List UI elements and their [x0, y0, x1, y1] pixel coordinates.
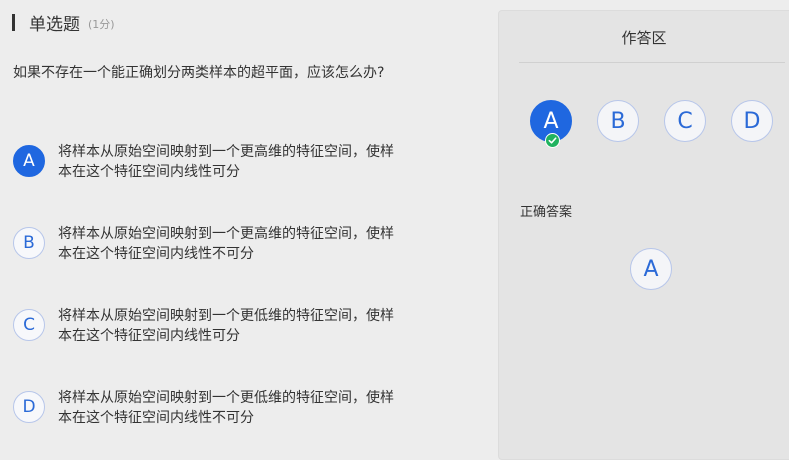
question-area: 单选题 (1分) 如果不存在一个能正确划分两类样本的超平面，应该怎么办? A 将… [0, 0, 480, 448]
option-d-marker[interactable]: D [13, 391, 45, 423]
option-c-marker[interactable]: C [13, 309, 45, 341]
option-b[interactable]: B 将样本从原始空间映射到一个更高维的特征空间，使样 本在这个特征空间内线性不可… [13, 224, 453, 268]
option-b-line-1: 将样本从原始空间映射到一个更高维的特征空间，使样 [58, 226, 394, 242]
section-header: 单选题 (1分) [12, 11, 115, 35]
option-b-text[interactable]: 将样本从原始空间映射到一个更高维的特征空间，使样 本在这个特征空间内线性不可分 [58, 224, 453, 264]
answer-choice-a-label: A [543, 108, 559, 134]
section-title: 单选题 [29, 14, 80, 35]
answer-choice-d[interactable]: D [731, 100, 773, 142]
option-d-line-2: 本在这个特征空间内线性不可分 [58, 410, 254, 426]
panel-divider [519, 62, 785, 63]
option-a-line-1: 将样本从原始空间映射到一个更高维的特征空间，使样 [58, 144, 394, 160]
section-score: (1分) [88, 17, 115, 31]
question-text: 如果不存在一个能正确划分两类样本的超平面，应该怎么办? [13, 65, 385, 81]
check-icon [545, 133, 560, 148]
option-c-line-1: 将样本从原始空间映射到一个更低维的特征空间，使样 [58, 308, 394, 324]
option-c[interactable]: C 将样本从原始空间映射到一个更低维的特征空间，使样 本在这个特征空间内线性可分 [13, 306, 453, 350]
option-d-line-1: 将样本从原始空间映射到一个更低维的特征空间，使样 [58, 390, 394, 406]
option-d-text[interactable]: 将样本从原始空间映射到一个更低维的特征空间，使样 本在这个特征空间内线性不可分 [58, 388, 453, 428]
option-a-text[interactable]: 将样本从原始空间映射到一个更高维的特征空间，使样 本在这个特征空间内线性可分 [58, 142, 453, 182]
answer-choice-a[interactable]: A [530, 100, 572, 148]
option-a-marker[interactable]: A [13, 145, 45, 177]
answer-panel: 作答区 A B C D 正确答案 A [498, 10, 789, 460]
correct-answer-label: 正确答案 [520, 205, 573, 220]
option-a[interactable]: A 将样本从原始空间映射到一个更高维的特征空间，使样 本在这个特征空间内线性可分 [13, 142, 453, 186]
answer-panel-title: 作答区 [621, 29, 667, 47]
correct-answer-value: A [630, 248, 672, 290]
answer-choice-b[interactable]: B [597, 100, 639, 142]
section-marker [12, 13, 15, 31]
option-d[interactable]: D 将样本从原始空间映射到一个更低维的特征空间，使样 本在这个特征空间内线性不可… [13, 388, 453, 432]
option-b-marker[interactable]: B [13, 227, 45, 259]
option-a-line-2: 本在这个特征空间内线性可分 [58, 164, 240, 180]
option-c-text[interactable]: 将样本从原始空间映射到一个更低维的特征空间，使样 本在这个特征空间内线性可分 [58, 306, 453, 346]
answer-choice-c[interactable]: C [664, 100, 706, 142]
option-b-line-2: 本在这个特征空间内线性不可分 [58, 246, 254, 262]
option-c-line-2: 本在这个特征空间内线性可分 [58, 328, 240, 344]
